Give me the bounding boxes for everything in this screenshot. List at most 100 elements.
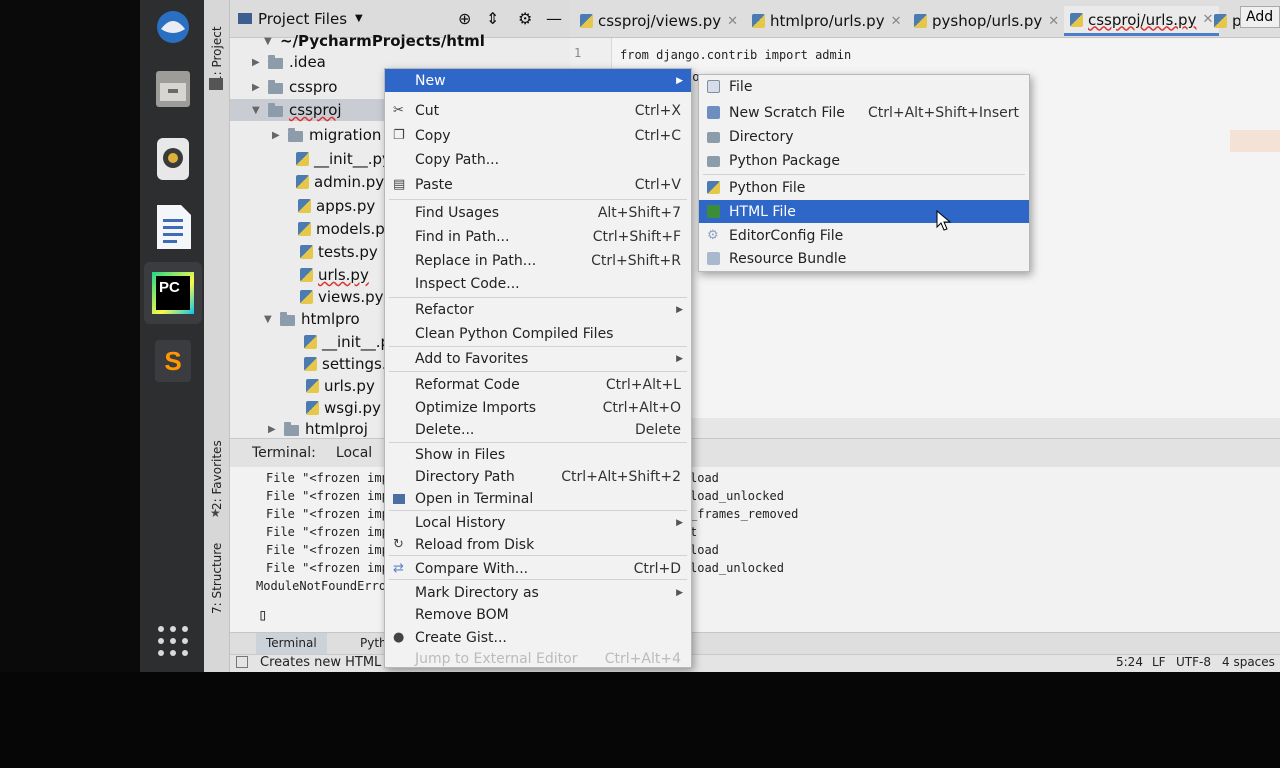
submenu-item-resource-bundle[interactable]: Resource Bundle xyxy=(699,247,1029,270)
tree-file[interactable]: urls.py xyxy=(306,375,375,397)
chevron-down-icon[interactable]: ▼ xyxy=(355,13,363,24)
tree-file[interactable]: admin.py xyxy=(296,171,384,193)
python-file-icon xyxy=(306,401,319,415)
tree-file[interactable]: models.py xyxy=(298,218,394,240)
tree-file[interactable]: apps.py xyxy=(298,195,375,217)
menu-item-find-usages[interactable]: Find Usages Alt+Shift+7 xyxy=(385,201,691,224)
submenu-item-python-package[interactable]: Python Package xyxy=(699,149,1029,172)
locate-icon[interactable]: ⊕ xyxy=(458,9,471,28)
submenu-item-python-file[interactable]: Python File xyxy=(699,176,1029,199)
tree-file[interactable]: tests.py xyxy=(300,241,378,263)
thunderbird-icon[interactable] xyxy=(146,0,200,54)
tree-file[interactable]: __init__.py xyxy=(296,148,391,170)
minimize-icon[interactable]: — xyxy=(546,9,562,28)
caret-position[interactable]: 5:24 xyxy=(1116,655,1143,669)
tree-file[interactable]: settings.p xyxy=(304,353,396,375)
menu-item-add-to-favorites[interactable]: Add to Favorites ▶ xyxy=(385,347,691,370)
tab-label: cssproj/urls.py xyxy=(1088,10,1197,29)
terminal-tool-tab[interactable]: Terminal xyxy=(256,633,327,655)
tree-file[interactable]: urls.py xyxy=(300,264,369,286)
chevron-right-icon: ▶ xyxy=(252,56,260,68)
close-icon[interactable]: ✕ xyxy=(727,14,738,29)
terminal-cursor[interactable]: ▯ xyxy=(258,605,268,624)
tree-folder-htmlpro[interactable]: ▼ htmlpro xyxy=(264,308,360,330)
menu-item-create-gist[interactable]: ● Create Gist... xyxy=(385,626,691,649)
tab-cssproj-urls[interactable]: cssproj/urls.py ✕ xyxy=(1064,6,1220,36)
close-icon[interactable]: ✕ xyxy=(891,14,902,29)
menu-item-paste[interactable]: ▤ Paste Ctrl+V xyxy=(385,173,691,196)
python-file-icon xyxy=(298,222,311,236)
terminal-tab-local[interactable]: Local xyxy=(336,445,372,461)
app-grid-icon[interactable] xyxy=(146,614,200,668)
tree-folder-csspro[interactable]: ▶ csspro xyxy=(252,76,337,98)
gear-icon[interactable]: ⚙ xyxy=(518,9,532,28)
project-tool-icon xyxy=(209,78,223,90)
submenu-item-scratch-file[interactable]: New Scratch File Ctrl+Alt+Shift+Insert xyxy=(699,101,1029,124)
menu-item-copy-path[interactable]: Copy Path... xyxy=(385,148,691,171)
menu-item-refactor[interactable]: Refactor ▶ xyxy=(385,298,691,321)
pycharm-icon[interactable]: PC xyxy=(144,262,202,324)
tab-cssproj-views[interactable]: cssproj/views.py ✕ xyxy=(580,6,738,36)
project-view-selector[interactable]: Project Files xyxy=(258,10,347,28)
tree-file[interactable]: wsgi.py xyxy=(306,397,381,419)
menu-item-mark-directory-as[interactable]: Mark Directory as ▶ xyxy=(385,581,691,604)
tab-htmlpro-urls[interactable]: htmlpro/urls.py ✕ xyxy=(752,6,902,36)
tree-file[interactable]: views.py xyxy=(300,286,384,308)
submenu-item-editorconfig-file[interactable]: ⚙ EditorConfig File xyxy=(699,224,1029,247)
menu-item-open-in-terminal[interactable]: Open in Terminal xyxy=(385,487,691,510)
menu-item-new[interactable]: New ▶ xyxy=(385,69,691,92)
tree-row-label: models.py xyxy=(316,220,394,238)
tree-folder-idea[interactable]: ▶ .idea xyxy=(252,51,326,73)
tree-folder-migration[interactable]: ▶ migration xyxy=(272,124,381,146)
menu-item-compare-with[interactable]: ⇄ Compare With... Ctrl+D xyxy=(385,557,691,580)
sublime-text-icon[interactable]: S xyxy=(146,334,200,388)
menu-item-cut[interactable]: ✂ Cut Ctrl+X xyxy=(385,99,691,122)
menu-item-optimize-imports[interactable]: Optimize Imports Ctrl+Alt+O xyxy=(385,396,691,419)
menu-item-copy[interactable]: ❐ Copy Ctrl+C xyxy=(385,124,691,147)
scratch-file-icon xyxy=(707,106,720,119)
tree-folder-htmlproj[interactable]: ▶ htmlproj xyxy=(268,418,368,440)
folder-icon xyxy=(707,132,720,143)
terminal-line: load xyxy=(690,543,719,557)
menu-item-reformat-code[interactable]: Reformat Code Ctrl+Alt+L xyxy=(385,373,691,396)
file-encoding[interactable]: UTF-8 xyxy=(1176,655,1211,669)
collapse-all-icon[interactable]: ⇕ xyxy=(486,9,499,28)
menu-item-inspect-code[interactable]: Inspect Code... xyxy=(385,272,691,295)
tree-row-label: urls.py xyxy=(324,377,375,395)
rhythmbox-icon[interactable] xyxy=(146,132,200,186)
add-configuration-button[interactable]: Add xyxy=(1240,6,1280,28)
close-icon[interactable]: ✕ xyxy=(1048,14,1059,29)
terminal-line: File "<frozen impo xyxy=(266,507,397,521)
menu-item-local-history[interactable]: Local History ▶ xyxy=(385,511,691,534)
tree-row-label: admin.py xyxy=(314,173,385,191)
python-file-icon xyxy=(914,14,927,28)
new-submenu: File New Scratch File Ctrl+Alt+Shift+Inse… xyxy=(698,74,1030,272)
terminal-line: _frames_removed xyxy=(690,507,799,521)
tab-pyshop-urls[interactable]: pyshop/urls.py ✕ xyxy=(914,6,1059,36)
files-icon[interactable] xyxy=(146,62,200,116)
menu-item-delete[interactable]: Delete... Delete xyxy=(385,418,691,441)
chevron-right-icon: ▶ xyxy=(268,423,276,435)
menu-item-reload-from-disk[interactable]: ↻ Reload from Disk xyxy=(385,533,691,556)
terminal-line: ModuleNotFoundError: xyxy=(256,579,401,593)
menu-item-clean-compiled[interactable]: Clean Python Compiled Files xyxy=(385,322,691,345)
menu-item-replace-in-path[interactable]: Replace in Path... Ctrl+Shift+R xyxy=(385,249,691,272)
tool-windows-toggle-icon[interactable] xyxy=(236,656,248,668)
menu-item-find-in-path[interactable]: Find in Path... Ctrl+Shift+F xyxy=(385,225,691,248)
indent-setting[interactable]: 4 spaces xyxy=(1222,655,1275,669)
structure-tool-tab[interactable]: 7: Structure xyxy=(206,536,228,620)
line-separator[interactable]: LF xyxy=(1152,655,1166,669)
libreoffice-writer-icon[interactable] xyxy=(146,200,200,254)
submenu-item-directory[interactable]: Directory xyxy=(699,125,1029,148)
submenu-item-file[interactable]: File xyxy=(699,75,1029,98)
context-menu: New ▶ ✂ Cut Ctrl+X ❐ Copy Ctrl+C Copy Path...… xyxy=(384,68,692,668)
submenu-item-html-file[interactable]: HTML File xyxy=(699,200,1029,223)
menu-item-show-in-files[interactable]: Show in Files xyxy=(385,443,691,466)
tree-root-path[interactable]: ▼ ~/PycharmProjects/html xyxy=(264,30,485,52)
menu-item-remove-bom[interactable]: Remove BOM xyxy=(385,603,691,626)
folder-icon xyxy=(268,54,283,69)
terminal-line: load xyxy=(690,471,719,485)
menu-item-directory-path[interactable]: Directory Path Ctrl+Alt+Shift+2 xyxy=(385,465,691,488)
tree-row-label: apps.py xyxy=(316,197,376,215)
close-icon[interactable]: ✕ xyxy=(1202,12,1213,27)
